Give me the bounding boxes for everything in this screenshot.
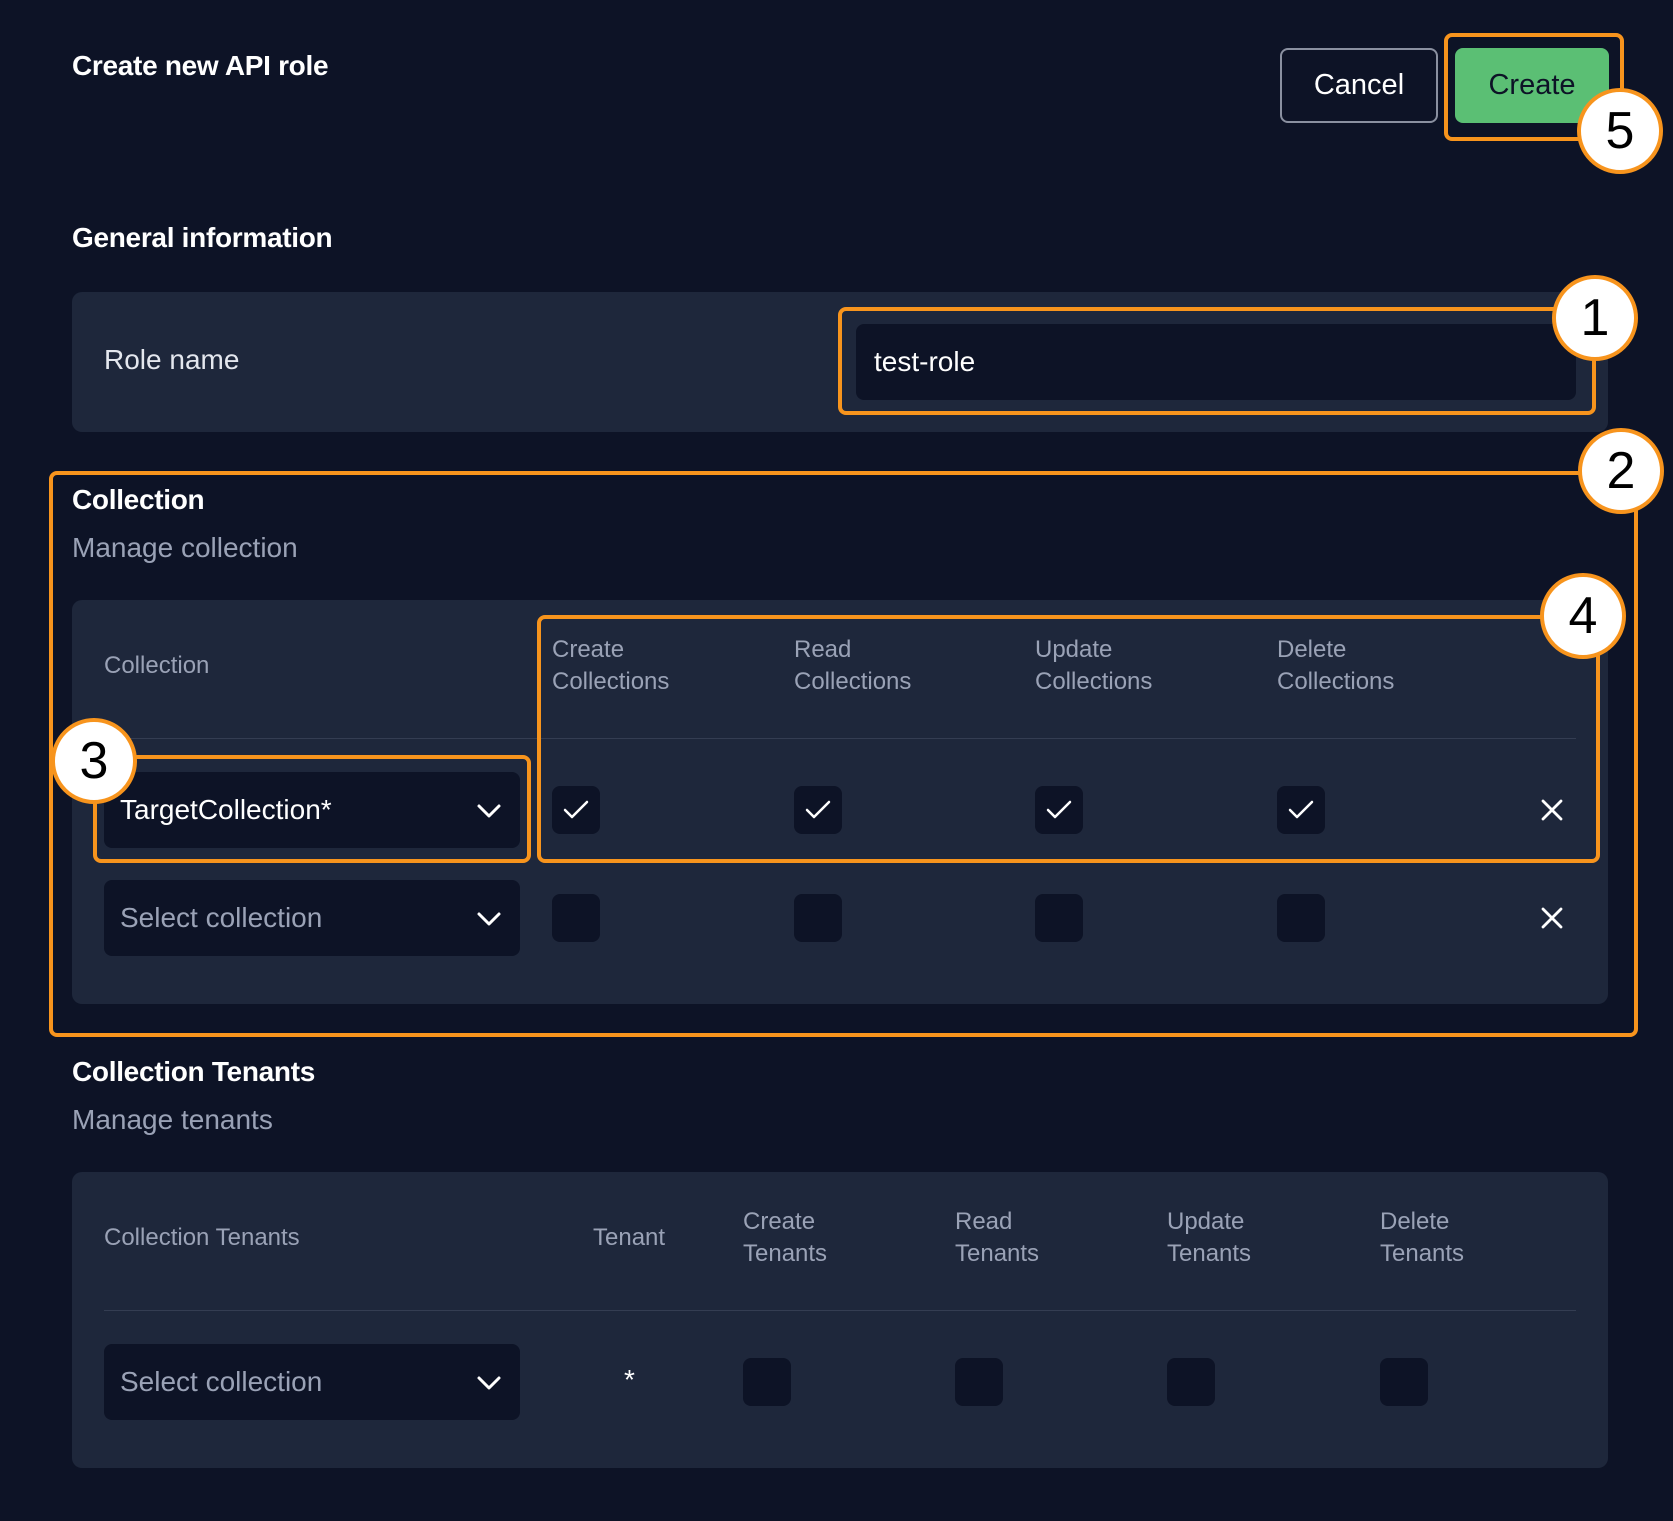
annotation-badge-5: 5 — [1577, 88, 1663, 174]
header-line: Tenants — [1167, 1240, 1252, 1267]
column-header-delete-tenants: Delete Tenants — [1380, 1206, 1464, 1270]
checkbox-read-tenants[interactable] — [955, 1358, 1003, 1406]
callout-box-3 — [93, 755, 531, 863]
header-line: Tenants — [743, 1240, 828, 1267]
annotation-badge-4: 4 — [1540, 573, 1626, 659]
tenant-value: * — [624, 1364, 635, 1395]
checkbox-create-tenants[interactable] — [743, 1358, 791, 1406]
callout-box-1 — [838, 307, 1596, 415]
general-information-title: General information — [72, 222, 333, 253]
table-divider — [104, 1310, 1576, 1311]
chevron-down-icon — [476, 1366, 502, 1398]
callout-box-4 — [537, 615, 1600, 863]
checkbox-delete-tenants[interactable] — [1380, 1358, 1428, 1406]
tenant-collection-select-placeholder: Select collection — [120, 1366, 323, 1397]
checkbox-update-tenants[interactable] — [1167, 1358, 1215, 1406]
column-header-tenant: Tenant — [593, 1224, 666, 1251]
header-line: Delete — [1380, 1208, 1450, 1235]
collection-tenants-title: Collection Tenants — [72, 1056, 315, 1087]
annotation-badge-3: 3 — [51, 718, 137, 804]
column-header-collection-tenants: Collection Tenants — [104, 1224, 300, 1251]
header-line: Update — [1167, 1208, 1245, 1235]
header-line: Read — [955, 1208, 1013, 1235]
tenant-permissions-card — [72, 1172, 1608, 1468]
column-header-update-tenants: Update Tenants — [1167, 1206, 1251, 1270]
column-header-read-tenants: Read Tenants — [955, 1206, 1039, 1270]
header-line: Tenants — [1380, 1240, 1465, 1267]
column-header-create-tenants: Create Tenants — [743, 1206, 827, 1270]
page-title: Create new API role — [72, 50, 329, 81]
cancel-button[interactable]: Cancel — [1280, 48, 1438, 123]
annotation-badge-2: 2 — [1578, 428, 1664, 514]
collection-tenants-subtitle: Manage tenants — [72, 1104, 273, 1135]
header-line: Tenants — [955, 1240, 1040, 1267]
annotation-badge-1: 1 — [1552, 275, 1638, 361]
tenant-collection-select[interactable]: Select collection — [104, 1344, 520, 1420]
role-name-label: Role name — [104, 344, 240, 375]
header-line: Create — [743, 1208, 816, 1235]
